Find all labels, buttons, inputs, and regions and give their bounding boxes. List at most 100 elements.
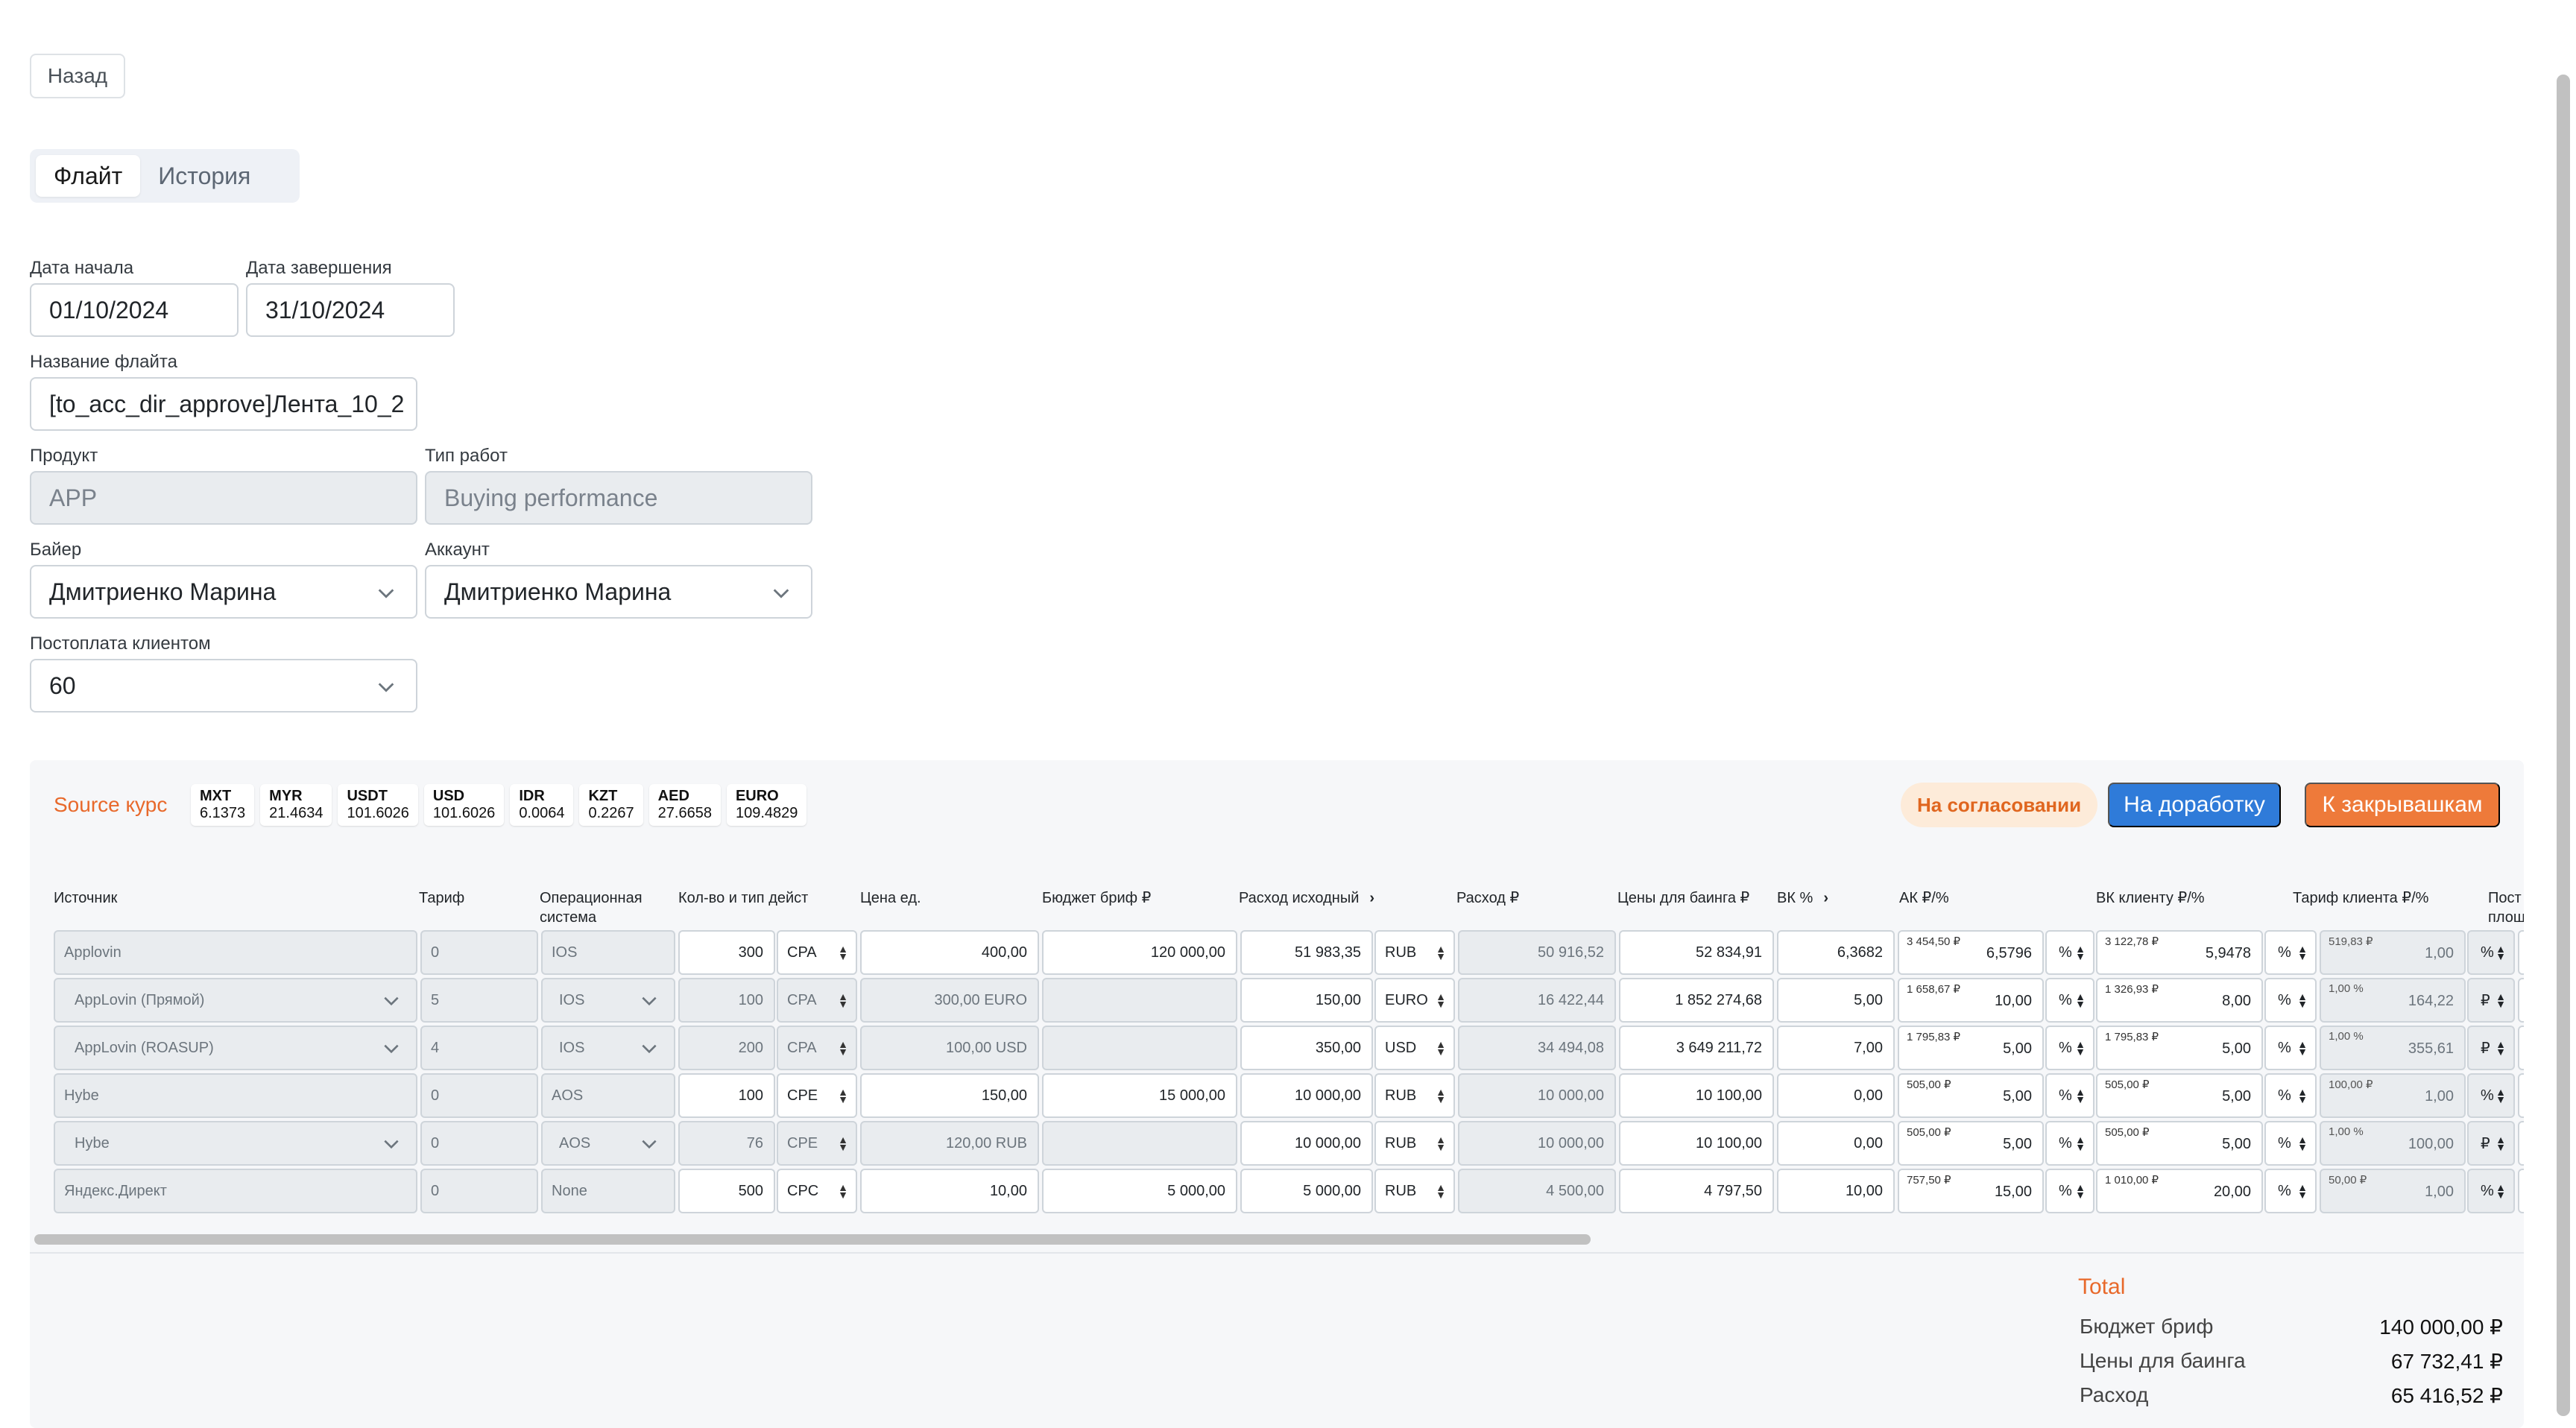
ak-input[interactable]: 1 658,67 ₽ 10,00 xyxy=(1898,978,2044,1023)
os-cell[interactable]: AOS xyxy=(541,1121,675,1166)
ak-input[interactable]: 1 795,83 ₽ 5,00 xyxy=(1898,1026,2044,1070)
ak-input[interactable]: 757,50 ₽ 15,00 xyxy=(1898,1169,2044,1213)
source-cell[interactable]: AppLovin (Прямой) xyxy=(54,978,417,1023)
spinner-arrows-icon[interactable]: ▲ ▼ xyxy=(2496,1134,2506,1152)
vk-client-input[interactable]: 1 326,93 ₽ 8,00 xyxy=(2096,978,2263,1023)
spinner-arrows-icon[interactable]: ▲ ▼ xyxy=(2297,1039,2308,1057)
vk-input[interactable]: 5,00 xyxy=(1777,978,1895,1023)
vk-client-unit-select[interactable]: % ▲ ▼ xyxy=(2264,1073,2317,1118)
vk-input[interactable]: 0,00 xyxy=(1777,1121,1895,1166)
vk-input[interactable]: 0,00 xyxy=(1777,1073,1895,1118)
spinner-arrows-icon[interactable]: ▲ ▼ xyxy=(2297,991,2308,1009)
buying-price-cell[interactable]: 10 100,00 xyxy=(1619,1121,1774,1166)
spend-orig-input[interactable]: 10 000,00 xyxy=(1240,1121,1373,1166)
vk-client-input[interactable]: 1 795,83 ₽ 5,00 xyxy=(2096,1026,2263,1070)
spinner-arrows-icon[interactable]: ▲ ▼ xyxy=(1436,1134,1446,1152)
vk-client-input[interactable]: 505,00 ₽ 5,00 xyxy=(2096,1073,2263,1118)
buying-price-cell[interactable]: 10 100,00 xyxy=(1619,1073,1774,1118)
spinner-arrows-icon[interactable]: ▲ ▼ xyxy=(2496,1182,2506,1200)
vk-input[interactable]: 7,00 xyxy=(1777,1026,1895,1070)
buying-price-cell[interactable]: 4 797,50 xyxy=(1619,1169,1774,1213)
spinner-arrows-icon[interactable]: ▲ ▼ xyxy=(2075,1087,2086,1105)
os-cell[interactable]: IOS xyxy=(541,1026,675,1070)
spinner-arrows-icon[interactable]: ▲ ▼ xyxy=(838,991,848,1009)
spinner-arrows-icon[interactable]: ▲ ▼ xyxy=(1436,1039,1446,1057)
spinner-arrows-icon[interactable]: ▲ ▼ xyxy=(2496,991,2506,1009)
vk-client-input[interactable]: 3 122,78 ₽ 5,9478 xyxy=(2096,930,2263,975)
postpay-cell[interactable] xyxy=(2518,1169,2524,1213)
ak-unit-select[interactable]: % ▲ ▼ xyxy=(2045,1026,2094,1070)
spinner-arrows-icon[interactable]: ▲ ▼ xyxy=(2297,1182,2308,1200)
col-spend-orig[interactable]: Расход исходный › xyxy=(1239,888,1374,908)
os-cell[interactable]: IOS xyxy=(541,978,675,1023)
currency-select[interactable]: RUB ▲ ▼ xyxy=(1374,930,1455,975)
ak-input[interactable]: 505,00 ₽ 5,00 xyxy=(1898,1073,2044,1118)
start-date-input[interactable]: 01/10/2024 xyxy=(30,283,239,337)
ak-unit-select[interactable]: % ▲ ▼ xyxy=(2045,930,2094,975)
horizontal-scrollbar[interactable] xyxy=(34,1231,2509,1246)
rework-button[interactable]: На доработку xyxy=(2108,783,2281,827)
postpay-cell[interactable] xyxy=(2518,1026,2524,1070)
vk-client-unit-select[interactable]: % ▲ ▼ xyxy=(2264,1026,2317,1070)
ak-unit-select[interactable]: % ▲ ▼ xyxy=(2045,1073,2094,1118)
col-vk[interactable]: ВК % › xyxy=(1777,888,1828,908)
tab-flight[interactable]: Флайт xyxy=(36,155,141,197)
ak-unit-select[interactable]: % ▲ ▼ xyxy=(2045,978,2094,1023)
postpay-cell[interactable] xyxy=(2518,1073,2524,1118)
ak-input[interactable]: 505,00 ₽ 5,00 xyxy=(1898,1121,2044,1166)
budget-input[interactable]: 5 000,00 xyxy=(1042,1169,1237,1213)
source-cell[interactable]: AppLovin (ROASUP) xyxy=(54,1026,417,1070)
vk-client-input[interactable]: 505,00 ₽ 5,00 xyxy=(2096,1121,2263,1166)
budget-input[interactable]: 15 000,00 xyxy=(1042,1073,1237,1118)
buying-price-cell[interactable]: 1 852 274,68 xyxy=(1619,978,1774,1023)
scrollbar-thumb[interactable] xyxy=(34,1234,1591,1245)
qty-input[interactable]: 100 xyxy=(678,1073,775,1118)
spinner-arrows-icon[interactable]: ▲ ▼ xyxy=(2496,1087,2506,1105)
action-type-select[interactable]: CPC ▲ ▼ xyxy=(777,1169,857,1213)
spinner-arrows-icon[interactable]: ▲ ▼ xyxy=(1436,944,1446,961)
spinner-arrows-icon[interactable]: ▲ ▼ xyxy=(838,1087,848,1105)
ak-unit-select[interactable]: % ▲ ▼ xyxy=(2045,1121,2094,1166)
source-cell[interactable]: Hybe xyxy=(54,1121,417,1166)
end-date-input[interactable]: 31/10/2024 xyxy=(246,283,455,337)
spinner-arrows-icon[interactable]: ▲ ▼ xyxy=(1436,1087,1446,1105)
action-type-select[interactable]: CPA ▲ ▼ xyxy=(777,930,857,975)
spinner-arrows-icon[interactable]: ▲ ▼ xyxy=(2075,1134,2086,1152)
buying-price-cell[interactable]: 3 649 211,72 xyxy=(1619,1026,1774,1070)
buyer-select[interactable]: Дмитриенко Марина xyxy=(30,565,417,619)
unit-price-input[interactable]: 10,00 xyxy=(860,1169,1039,1213)
unit-price-input[interactable]: 400,00 xyxy=(860,930,1039,975)
ak-input[interactable]: 3 454,50 ₽ 6,5796 xyxy=(1898,930,2044,975)
currency-select[interactable]: RUB ▲ ▼ xyxy=(1374,1073,1455,1118)
spend-orig-input[interactable]: 10 000,00 xyxy=(1240,1073,1373,1118)
to-closing-docs-button[interactable]: К закрывашкам xyxy=(2305,783,2500,827)
spinner-arrows-icon[interactable]: ▲ ▼ xyxy=(2496,1039,2506,1057)
spinner-arrows-icon[interactable]: ▲ ▼ xyxy=(1436,991,1446,1009)
spinner-arrows-icon[interactable]: ▲ ▼ xyxy=(2297,1087,2308,1105)
buying-price-cell[interactable]: 52 834,91 xyxy=(1619,930,1774,975)
spinner-arrows-icon[interactable]: ▲ ▼ xyxy=(2496,944,2506,961)
action-type-select[interactable]: CPE ▲ ▼ xyxy=(777,1073,857,1118)
spinner-arrows-icon[interactable]: ▲ ▼ xyxy=(838,1182,848,1200)
spend-orig-input[interactable]: 5 000,00 xyxy=(1240,1169,1373,1213)
postpay-cell[interactable] xyxy=(2518,930,2524,975)
budget-input[interactable]: 120 000,00 xyxy=(1042,930,1237,975)
unit-price-input[interactable]: 150,00 xyxy=(860,1073,1039,1118)
currency-select[interactable]: RUB ▲ ▼ xyxy=(1374,1121,1455,1166)
chevron-right-icon[interactable]: › xyxy=(1823,888,1828,908)
qty-input[interactable]: 500 xyxy=(678,1169,775,1213)
spinner-arrows-icon[interactable]: ▲ ▼ xyxy=(2297,1134,2308,1152)
spinner-arrows-icon[interactable]: ▲ ▼ xyxy=(838,1134,848,1152)
spinner-arrows-icon[interactable]: ▲ ▼ xyxy=(2075,1039,2086,1057)
postpay-cell[interactable] xyxy=(2518,978,2524,1023)
vk-client-unit-select[interactable]: % ▲ ▼ xyxy=(2264,930,2317,975)
postpay-cell[interactable] xyxy=(2518,1121,2524,1166)
spinner-arrows-icon[interactable]: ▲ ▼ xyxy=(2075,1182,2086,1200)
back-button[interactable]: Назад xyxy=(30,54,125,98)
vk-client-input[interactable]: 1 010,00 ₽ 20,00 xyxy=(2096,1169,2263,1213)
spinner-arrows-icon[interactable]: ▲ ▼ xyxy=(838,944,848,961)
chevron-right-icon[interactable]: › xyxy=(1369,888,1374,908)
postpay-select[interactable]: 60 xyxy=(30,659,417,713)
spinner-arrows-icon[interactable]: ▲ ▼ xyxy=(2075,991,2086,1009)
page-scrollbar[interactable] xyxy=(2557,75,2570,1416)
